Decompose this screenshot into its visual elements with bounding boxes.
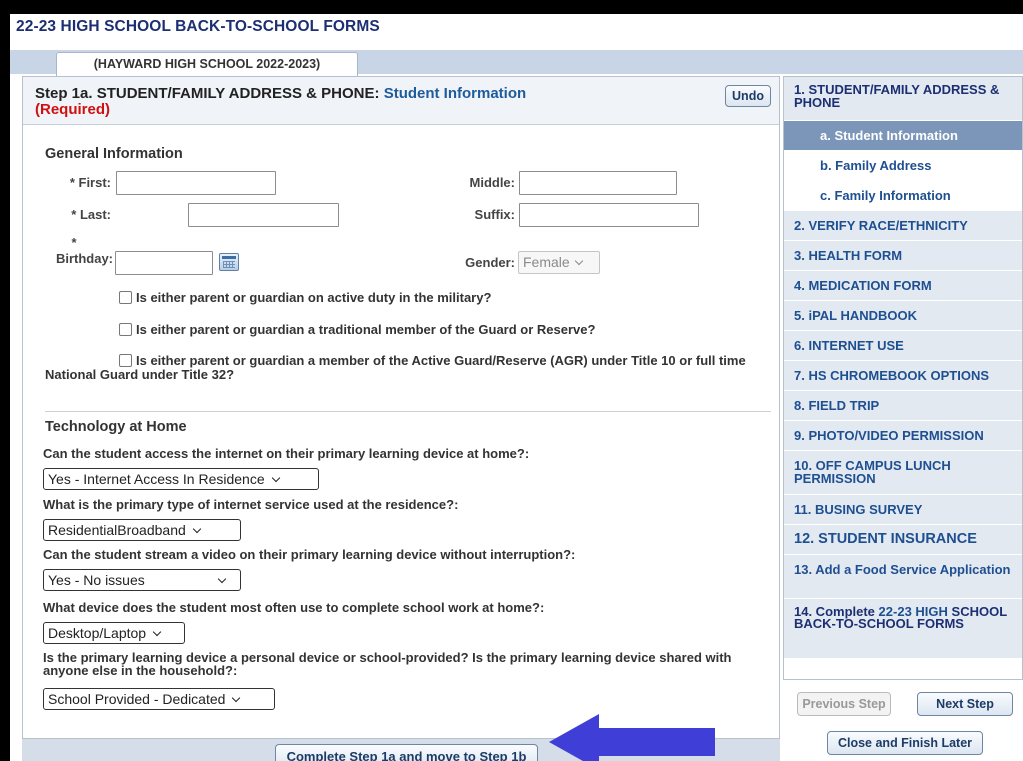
device-provider-select[interactable]: School Provided - Dedicated — [43, 688, 275, 710]
question-label: What device does the student most often … — [43, 600, 545, 615]
complete-step-button[interactable]: Complete Step 1a and move to Step 1b — [275, 744, 538, 761]
general-info-heading: General Information — [45, 146, 183, 162]
nav-step-9[interactable]: 9. PHOTO/VIDEO PERMISSION — [784, 421, 1022, 451]
nav-step-13[interactable]: 13. Add a Food Service Application — [784, 555, 1022, 599]
form-panel: Step 1a. STUDENT/FAMILY ADDRESS & PHONE:… — [22, 76, 780, 761]
nav-step-11[interactable]: 11. BUSING SURVEY — [784, 495, 1022, 525]
step-nav: 1. STUDENT/FAMILY ADDRESS & PHONE a. Stu… — [783, 76, 1023, 680]
nav-step-5[interactable]: 5. iPAL HANDBOOK — [784, 301, 1022, 331]
app-frame: 22-23 HIGH SCHOOL BACK-TO-SCHOOL FORMS (… — [10, 14, 1023, 761]
agr-checkbox-row[interactable]: Is either parent or guardian a member of… — [45, 354, 765, 382]
question-label: What is the primary type of internet ser… — [43, 497, 459, 512]
gender-select: Female — [518, 251, 600, 274]
previous-step-button[interactable]: Previous Step — [797, 692, 891, 716]
internet-type-select[interactable]: ResidentialBroadband — [43, 519, 241, 541]
nav-step-4[interactable]: 4. MEDICATION FORM — [784, 271, 1022, 301]
internet-access-select[interactable]: Yes - Internet Access In Residence — [43, 468, 319, 490]
step-header: Step 1a. STUDENT/FAMILY ADDRESS & PHONE:… — [23, 77, 779, 125]
nav-step-6[interactable]: 6. INTERNET USE — [784, 331, 1022, 361]
device-select[interactable]: Desktop/Laptop — [43, 622, 185, 644]
chevron-down-icon — [152, 627, 162, 637]
guard-reserve-checkbox-row[interactable]: Is either parent or guardian a tradition… — [119, 323, 595, 337]
nav-step-12[interactable]: 12. STUDENT INSURANCE — [784, 525, 1022, 555]
question-label: Is the primary learning device a persona… — [43, 650, 732, 678]
suffix-label: Suffix: — [474, 207, 515, 222]
middle-name-input[interactable] — [519, 171, 677, 195]
chevron-down-icon — [271, 473, 280, 483]
question-label: Can the student stream a video on their … — [43, 547, 576, 562]
suffix-input[interactable] — [519, 203, 699, 227]
nav-step-8[interactable]: 8. FIELD TRIP — [784, 391, 1022, 421]
stream-video-select[interactable]: Yes - No issues — [43, 569, 241, 591]
nav-step-3[interactable]: 3. HEALTH FORM — [784, 241, 1022, 271]
next-step-button[interactable]: Next Step — [917, 692, 1013, 716]
nav-step-14[interactable]: 14. Complete 22-23 HIGH SCHOOL BACK-TO-S… — [784, 599, 1022, 659]
checkbox[interactable] — [119, 323, 132, 336]
last-label: * Last: — [71, 207, 111, 222]
app-title: 22-23 HIGH SCHOOL BACK-TO-SCHOOL FORMS — [16, 18, 380, 35]
checkbox[interactable] — [119, 354, 132, 367]
step-title-sub: Student Information — [383, 85, 527, 102]
tab-school[interactable]: (HAYWARD HIGH SCHOOL 2022-2023) — [56, 52, 358, 76]
birthday-label: Birthday: — [55, 251, 113, 266]
first-label: * First: — [69, 175, 111, 190]
military-checkbox-row[interactable]: Is either parent or guardian on active d… — [119, 291, 491, 305]
last-name-input[interactable] — [188, 203, 339, 227]
step-title: Step 1a. STUDENT/FAMILY ADDRESS & PHONE:… — [35, 86, 526, 118]
checkbox[interactable] — [119, 291, 132, 304]
technology-heading: Technology at Home — [45, 419, 187, 435]
undo-button[interactable]: Undo — [725, 85, 771, 107]
pointer-arrow-icon — [549, 714, 715, 761]
section-divider — [45, 411, 771, 412]
first-name-input[interactable] — [116, 171, 276, 195]
nav-step-1b[interactable]: b. Family Address — [784, 151, 1022, 181]
gender-label: Gender: — [465, 255, 515, 270]
chevron-down-icon — [232, 693, 241, 703]
nav-step-7[interactable]: 7. HS CHROMEBOOK OPTIONS — [784, 361, 1022, 391]
birthday-input[interactable] — [115, 251, 213, 275]
middle-label: Middle: — [469, 175, 516, 190]
step-title-prefix: Step 1a. STUDENT/FAMILY ADDRESS & PHONE: — [35, 85, 380, 102]
chevron-down-icon — [217, 574, 226, 584]
calendar-icon[interactable] — [219, 253, 239, 271]
nav-step-10[interactable]: 10. OFF CAMPUS LUNCH PERMISSION — [784, 451, 1022, 495]
nav-step-1a[interactable]: a. Student Information — [784, 121, 1022, 151]
nav-step-1[interactable]: 1. STUDENT/FAMILY ADDRESS & PHONE — [784, 77, 1022, 121]
step-sidebar: 1. STUDENT/FAMILY ADDRESS & PHONE a. Stu… — [783, 76, 1023, 761]
required-label: (Required) — [35, 101, 110, 118]
chevron-down-icon — [192, 524, 202, 534]
nav-step-1c[interactable]: c. Family Information — [784, 181, 1022, 211]
question-label: Can the student access the internet on t… — [43, 446, 530, 461]
chevron-down-icon — [574, 256, 583, 266]
birthday-star: * — [71, 235, 77, 250]
nav-step-2[interactable]: 2. VERIFY RACE/ETHNICITY — [784, 211, 1022, 241]
close-finish-later-button[interactable]: Close and Finish Later — [827, 731, 983, 755]
